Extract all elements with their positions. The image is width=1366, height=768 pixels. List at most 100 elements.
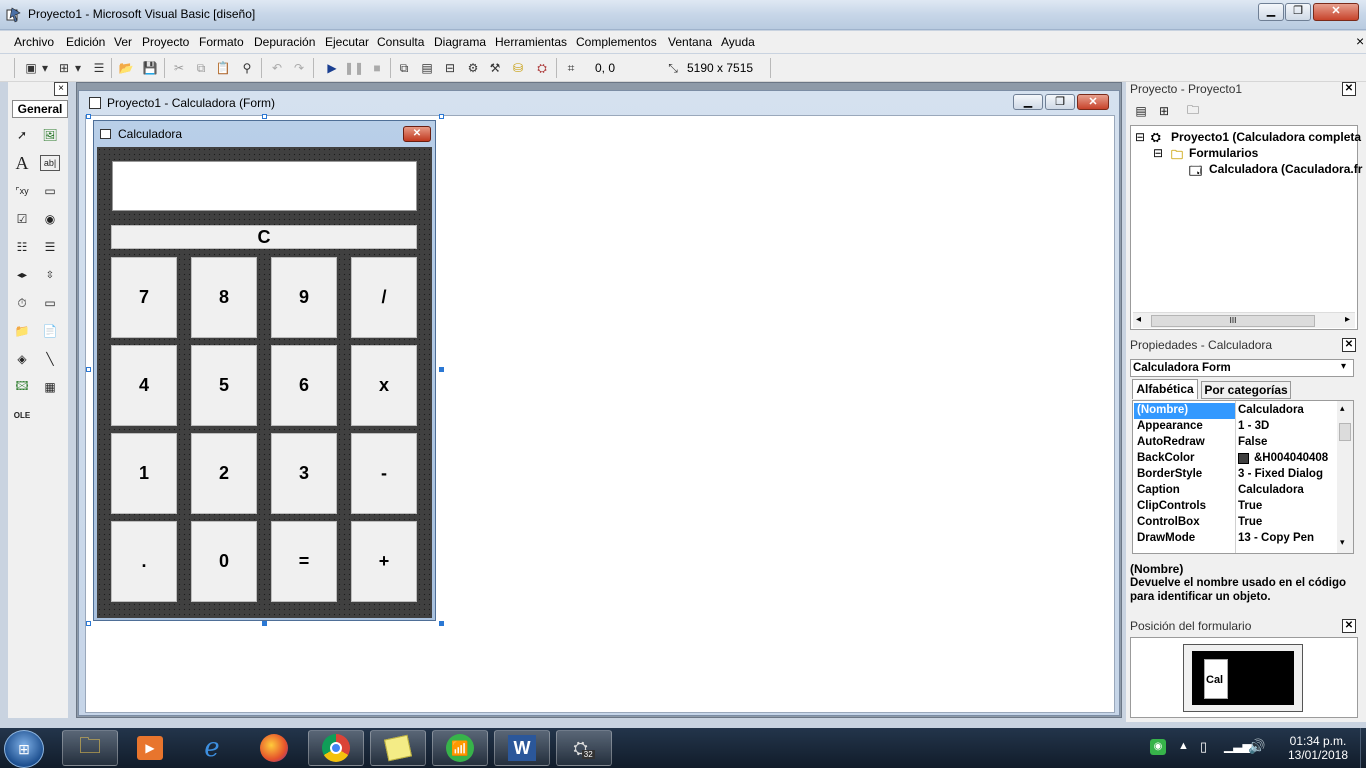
- drivelistbox-tool-icon[interactable]: ▭: [39, 292, 61, 314]
- key-multiply-button[interactable]: x: [351, 345, 417, 426]
- object-selector[interactable]: Calculadora Form ▾: [1130, 359, 1354, 377]
- chrome-taskbar-icon[interactable]: [308, 730, 364, 766]
- properties-close-icon[interactable]: ✕: [1342, 338, 1356, 352]
- toolbox-icon[interactable]: ⚒: [486, 59, 504, 77]
- scroll-down-icon[interactable]: ▾: [1340, 537, 1345, 548]
- resize-handle-ne[interactable]: [439, 114, 444, 119]
- property-row[interactable]: DrawMode 13 - Copy Pen: [1133, 531, 1333, 547]
- sticky-notes-taskbar-icon[interactable]: [370, 730, 426, 766]
- wifi-app-taskbar-icon[interactable]: 📶: [432, 730, 488, 766]
- property-row[interactable]: ClipControls True: [1133, 499, 1333, 515]
- key-equals-button[interactable]: =: [271, 521, 337, 602]
- form-layout-close-icon[interactable]: ✕: [1342, 619, 1356, 633]
- calculator-close-button[interactable]: ✕: [403, 126, 431, 142]
- menu-depuracion[interactable]: Depuración: [254, 35, 315, 49]
- paste-icon[interactable]: 📋: [214, 59, 232, 77]
- calculator-form[interactable]: Calculadora ✕ C 7 8 9 / 4 5 6 x 1 2 3 - …: [93, 120, 436, 621]
- scroll-left-icon[interactable]: ◂: [1136, 314, 1141, 325]
- calculator-body[interactable]: C 7 8 9 / 4 5 6 x 1 2 3 - . 0 = +: [97, 147, 432, 618]
- menu-formato[interactable]: Formato: [199, 35, 244, 49]
- internet-explorer-taskbar-icon[interactable]: e: [184, 730, 240, 766]
- calculator-display[interactable]: [112, 161, 417, 211]
- maximize-button[interactable]: ❐: [1285, 3, 1311, 21]
- add-form-icon[interactable]: ⊞: [55, 59, 73, 77]
- key-3-button[interactable]: 3: [271, 433, 337, 514]
- dirlistbox-tool-icon[interactable]: 📁: [11, 320, 33, 342]
- menu-editor-icon[interactable]: ☰: [90, 59, 108, 77]
- scroll-thumb[interactable]: [1339, 423, 1351, 441]
- pause-icon[interactable]: ❚❚: [344, 59, 364, 77]
- undo-icon[interactable]: ↶: [268, 59, 286, 77]
- checkbox-tool-icon[interactable]: ☑: [11, 208, 33, 230]
- listbox-tool-icon[interactable]: ☰: [39, 236, 61, 258]
- commandbutton-tool-icon[interactable]: ▭: [39, 180, 61, 202]
- open-project-icon[interactable]: 📂: [117, 59, 135, 77]
- key-1-button[interactable]: 1: [111, 433, 177, 514]
- image-tool-icon[interactable]: 🖾: [11, 376, 33, 398]
- filelistbox-tool-icon[interactable]: 📄: [39, 320, 61, 342]
- key-9-button[interactable]: 9: [271, 257, 337, 338]
- property-row[interactable]: (Nombre) Calculadora: [1133, 403, 1333, 419]
- firefox-taskbar-icon[interactable]: [246, 730, 302, 766]
- key-add-button[interactable]: +: [351, 521, 417, 602]
- tab-alfabetica[interactable]: Alfabética: [1132, 379, 1198, 399]
- scroll-thumb[interactable]: III: [1151, 315, 1315, 327]
- vertical-scrollbar[interactable]: ▴ ▾: [1337, 401, 1353, 553]
- key-8-button[interactable]: 8: [191, 257, 257, 338]
- menu-archivo[interactable]: Archivo: [14, 35, 54, 49]
- form-window-maximize-button[interactable]: ❐: [1045, 94, 1075, 110]
- tree-folder-node[interactable]: Formularios: [1189, 146, 1258, 160]
- vscrollbar-tool-icon[interactable]: ⇳: [39, 264, 61, 286]
- menu-close-icon[interactable]: ×: [1356, 33, 1364, 49]
- key-5-button[interactable]: 5: [191, 345, 257, 426]
- view-code-icon[interactable]: ▤: [1130, 100, 1152, 122]
- resize-handle-nw[interactable]: [86, 114, 91, 119]
- property-row[interactable]: BorderStyle 3 - Fixed Dialog: [1133, 467, 1333, 483]
- find-icon[interactable]: ⚲: [238, 59, 256, 77]
- menu-proyecto[interactable]: Proyecto: [142, 35, 189, 49]
- word-taskbar-icon[interactable]: W: [494, 730, 550, 766]
- horizontal-scrollbar[interactable]: ◂ III ▸: [1133, 312, 1355, 328]
- show-desktop-button[interactable]: [1360, 728, 1366, 768]
- property-row[interactable]: Appearance 1 - 3D: [1133, 419, 1333, 435]
- volume-icon[interactable]: 🔊: [1248, 738, 1265, 755]
- menu-ayuda[interactable]: Ayuda: [721, 35, 755, 49]
- key-7-button[interactable]: 7: [111, 257, 177, 338]
- resize-handle-e[interactable]: [439, 367, 444, 372]
- stop-icon[interactable]: ■: [368, 59, 386, 77]
- clear-button[interactable]: C: [111, 225, 417, 249]
- key-4-button[interactable]: 4: [111, 345, 177, 426]
- form-preview[interactable]: Cal: [1204, 659, 1228, 699]
- chevron-down-icon[interactable]: ▾: [1341, 361, 1346, 372]
- resize-handle-s[interactable]: [262, 621, 267, 626]
- toolbox-tab-general[interactable]: General: [12, 100, 68, 118]
- add-project-icon[interactable]: ▣: [22, 59, 40, 77]
- pointer-tool-icon[interactable]: ➚: [11, 124, 33, 146]
- frame-tool-icon[interactable]: ⌜xy: [11, 180, 33, 202]
- menu-ejecutar[interactable]: Ejecutar: [325, 35, 369, 49]
- resize-handle-n[interactable]: [262, 114, 267, 119]
- explorer-taskbar-icon[interactable]: 🗀: [62, 730, 118, 766]
- save-project-icon[interactable]: 💾: [141, 59, 159, 77]
- property-row[interactable]: Caption Calculadora: [1133, 483, 1333, 499]
- properties-window-icon[interactable]: ▤: [418, 59, 436, 77]
- project-explorer-close-icon[interactable]: ✕: [1342, 82, 1356, 96]
- minimize-button[interactable]: ▁: [1258, 3, 1284, 21]
- property-row[interactable]: ControlBox True: [1133, 515, 1333, 531]
- property-row[interactable]: BackColor &H004040408: [1133, 451, 1333, 467]
- data-tool-icon[interactable]: ▦: [39, 376, 61, 398]
- menu-edicion[interactable]: Edición: [66, 35, 105, 49]
- redo-icon[interactable]: ↷: [290, 59, 308, 77]
- component-manager-icon[interactable]: ⛭: [533, 59, 551, 77]
- start-icon[interactable]: ▶: [323, 59, 341, 77]
- resize-handle-w[interactable]: [86, 367, 91, 372]
- form-layout-icon[interactable]: ⊟: [441, 59, 459, 77]
- tree-form-node[interactable]: Calculadora (Caculadora.fr: [1209, 162, 1362, 176]
- media-player-taskbar-icon[interactable]: ▶: [122, 730, 178, 766]
- scroll-up-icon[interactable]: ▴: [1340, 403, 1345, 414]
- dropdown-arrow-icon[interactable]: ▾: [73, 59, 83, 77]
- picturebox-tool-icon[interactable]: 🖼: [39, 124, 61, 146]
- menu-complementos[interactable]: Complementos: [576, 35, 657, 49]
- form-window-close-button[interactable]: ✕: [1077, 94, 1109, 110]
- line-tool-icon[interactable]: ╲: [39, 348, 61, 370]
